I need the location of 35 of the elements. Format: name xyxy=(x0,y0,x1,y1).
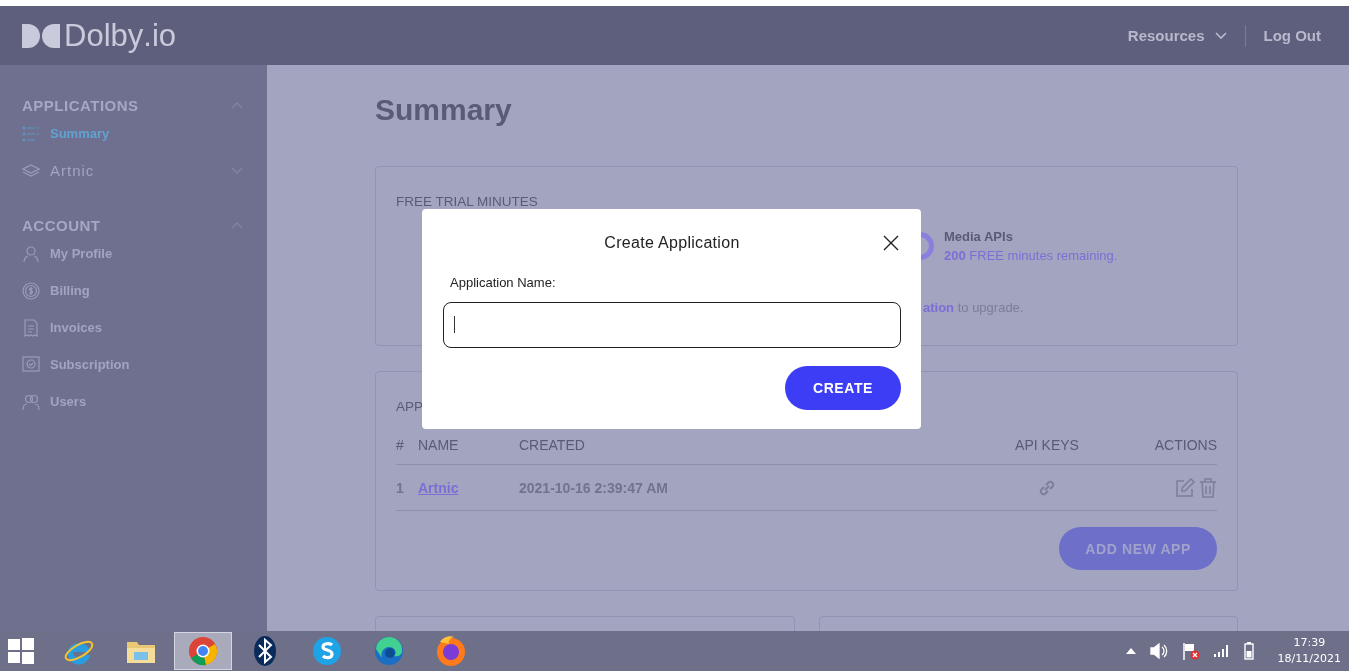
battery-icon[interactable] xyxy=(1243,642,1254,660)
product-name: Media APIs xyxy=(944,229,1014,244)
sidebar-item[interactable]: Summary xyxy=(0,115,267,152)
receipt-icon xyxy=(22,318,40,337)
close-icon[interactable] xyxy=(883,235,899,251)
column-header: ACTIONS xyxy=(1153,437,1217,453)
page-title: Summary xyxy=(375,93,513,127)
list-icon xyxy=(22,124,40,143)
create-button[interactable]: CREATE xyxy=(785,366,901,410)
date-text: 18/11/2021 xyxy=(1277,651,1341,667)
input-field[interactable] xyxy=(443,302,901,348)
card-title: FREE TRIAL MINUTES xyxy=(396,194,539,209)
column-header: API KEYS xyxy=(1014,437,1080,453)
time-text: 17:39 xyxy=(1293,635,1326,651)
column-header: NAME xyxy=(418,437,460,453)
show-hidden-icon[interactable] xyxy=(1125,648,1136,654)
dialog-title: Create Application xyxy=(604,234,740,252)
field-label: Application Name: xyxy=(450,275,557,290)
text-cursor xyxy=(454,316,455,333)
speaker-icon[interactable] xyxy=(1149,643,1168,659)
nav-link[interactable]: Resources xyxy=(1127,27,1227,44)
column-header: CREATED xyxy=(519,437,586,453)
coin-icon xyxy=(22,281,40,300)
chevron-down-icon xyxy=(1214,31,1227,40)
column-header: # xyxy=(396,437,405,453)
flag-error-icon[interactable] xyxy=(1181,642,1200,660)
logo[interactable]: Dolby.io xyxy=(22,17,176,54)
nav-link[interactable]: Log Out xyxy=(1263,27,1321,44)
card-title: APP xyxy=(396,399,424,414)
user-icon xyxy=(22,244,40,263)
clock[interactable]: 17:39 18/11/2021 xyxy=(1277,635,1341,667)
signal-icon[interactable] xyxy=(1213,645,1230,657)
logo-icon xyxy=(22,23,60,48)
users-icon xyxy=(22,392,40,411)
badge-icon xyxy=(22,355,40,374)
